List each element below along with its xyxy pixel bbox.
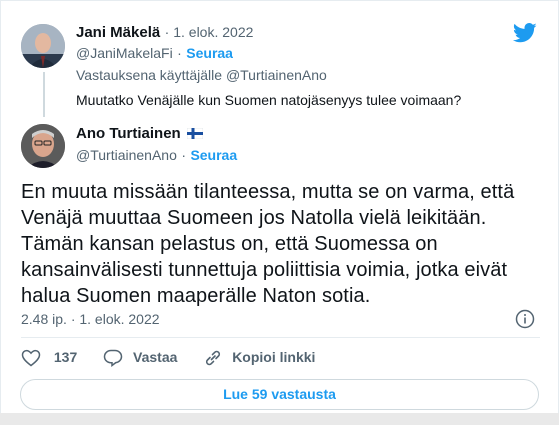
- finland-flag-icon: [186, 127, 204, 140]
- parent-follow-link[interactable]: Seuraa: [186, 45, 233, 61]
- copy-link-label: Kopioi linkki: [232, 349, 316, 365]
- reply-icon: [103, 350, 123, 368]
- link-icon: [206, 351, 221, 366]
- reply-context: Vastauksena käyttäjälle @TurtiainenAno: [76, 67, 327, 83]
- tweet-timestamp[interactable]: 2.48 ip. · 1. elok. 2022: [21, 311, 160, 327]
- tweet-text-line: Venäjä muuttaa Suomeen jos Natolla vielä…: [21, 207, 487, 229]
- info-icon[interactable]: [515, 309, 535, 329]
- page-background-strip: [0, 413, 559, 425]
- tweet-text: En muuta missään tilanteessa, mutta se o…: [21, 179, 514, 309]
- author-header: Ano Turtiainen: [76, 125, 204, 143]
- parent-header: Jani Mäkelä · 1. elok. 2022: [76, 24, 253, 42]
- parent-avatar[interactable]: [21, 24, 65, 68]
- divider: [21, 337, 540, 338]
- author-name[interactable]: Ano Turtiainen: [76, 125, 181, 142]
- heart-icon: [21, 350, 41, 367]
- reply-button[interactable]: Vastaa: [103, 349, 178, 368]
- author-avatar[interactable]: [21, 124, 65, 168]
- tweet-text-line: En muuta missään tilanteessa, mutta se o…: [21, 181, 515, 203]
- tweet-text-line: kansainvälisesti tunnettuja poliittisia …: [21, 259, 508, 281]
- parent-text: Muutatko Venäjälle kun Suomen natojäseny…: [76, 92, 462, 108]
- author-handle-row: @TurtiainenAno · Seuraa: [76, 147, 237, 165]
- parent-handle-row: @JaniMakelaFi · Seuraa: [76, 45, 233, 63]
- like-button[interactable]: 137: [21, 349, 77, 367]
- twitter-bird-icon[interactable]: [513, 23, 537, 43]
- thread-connector: [43, 72, 45, 117]
- parent-handle[interactable]: @JaniMakelaFi: [76, 45, 173, 61]
- tweet-text-line: halua Suomen maaperälle Naton sotia.: [21, 285, 371, 307]
- tweet-text-line: Tämän kansan pelastus on, että Suomessa …: [21, 233, 438, 255]
- parent-date[interactable]: · 1. elok. 2022: [165, 24, 254, 40]
- reply-context-text: Vastauksena käyttäjälle @TurtiainenAno: [76, 67, 327, 83]
- tweet-card: Jani Mäkelä · 1. elok. 2022 @JaniMakelaF…: [0, 0, 559, 425]
- action-bar: 137 Vastaa Kopioi linkki: [21, 349, 315, 368]
- read-replies-label: Lue 59 vastausta: [223, 386, 336, 402]
- reply-label: Vastaa: [133, 349, 178, 365]
- author-follow-link[interactable]: Seuraa: [190, 147, 237, 163]
- separator-dot: ·: [177, 45, 182, 61]
- separator-dot: ·: [181, 147, 186, 163]
- read-replies-button[interactable]: Lue 59 vastausta: [20, 379, 539, 410]
- like-count: 137: [53, 349, 78, 365]
- copy-link-button[interactable]: Kopioi linkki: [203, 349, 315, 367]
- author-handle[interactable]: @TurtiainenAno: [76, 147, 177, 163]
- parent-author-name[interactable]: Jani Mäkelä: [76, 24, 160, 41]
